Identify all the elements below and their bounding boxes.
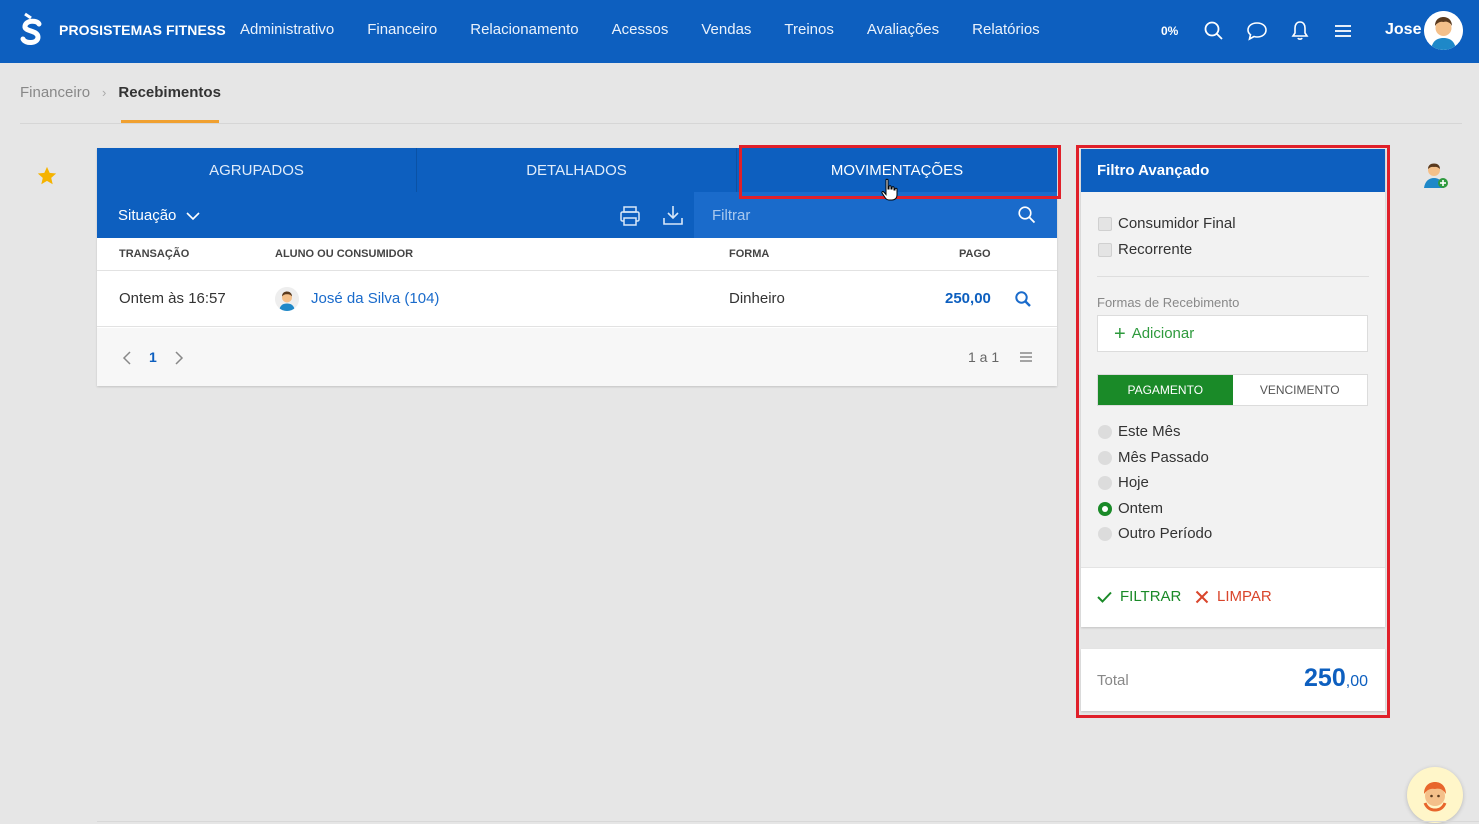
chevron-right-icon[interactable] [173,350,185,366]
support-chat-button[interactable] [1407,767,1463,823]
cell-forma: Dinheiro [729,290,785,307]
chevron-left-icon[interactable] [121,350,133,366]
breadcrumb-financeiro[interactable]: Financeiro [20,84,90,101]
nav-administrativo[interactable]: Administrativo [240,21,334,38]
col-aluno[interactable]: ALUNO OU CONSUMIDOR [275,248,413,260]
chevron-down-icon [186,211,200,220]
progress-indicator[interactable]: 0% [1161,24,1178,38]
tab-detalhados[interactable]: DETALHADOS [417,148,737,192]
nav-financeiro[interactable]: Financeiro [367,21,437,38]
filter-search-input[interactable] [712,205,1002,225]
cell-pago: 250,00 [945,290,991,307]
main-nav: Administrativo Financeiro Relacionamento… [240,21,1073,38]
avatar-person-icon [275,287,299,311]
brand-name: PROSISTEMAS FITNESS [59,22,226,38]
support-agent-icon [1423,782,1447,812]
menu-icon[interactable] [1331,19,1355,43]
cell-aluno-link[interactable]: José da Silva (104) [311,290,439,307]
app-logo-icon[interactable] [18,12,44,48]
page-info: 1 a 1 [968,349,1000,365]
top-navbar: PROSISTEMAS FITNESS Administrativo Finan… [0,0,1479,63]
chevron-right-icon: › [102,85,107,100]
breadcrumb: Financeiro › Recebimentos [20,84,221,101]
user-avatar[interactable] [1424,11,1463,50]
avatar-person-icon [1424,11,1463,50]
table-footer: 1 1 a 1 [97,328,1057,386]
chat-icon[interactable] [1245,19,1269,43]
user-name[interactable]: Jose [1385,21,1421,39]
star-icon[interactable] [36,165,58,187]
table-header: TRANSAÇÃO ALUNO OU CONSUMIDOR FORMA PAGO [97,238,1057,271]
magnifier-icon[interactable] [1014,290,1032,308]
active-tab-highlight [739,145,1061,199]
col-pago[interactable]: PAGO [959,248,991,260]
filter-highlight [1076,145,1390,718]
nav-relacionamento[interactable]: Relacionamento [470,21,578,38]
search-icon[interactable] [1202,19,1226,43]
nav-relatorios[interactable]: Relatórios [972,21,1040,38]
download-icon[interactable] [662,204,684,226]
hand-cursor-icon [881,178,898,201]
list-menu-icon[interactable] [1019,350,1033,364]
footer-divider [97,821,1479,822]
tab-agrupados[interactable]: AGRUPADOS [97,148,417,192]
page-number[interactable]: 1 [149,349,157,365]
col-transacao[interactable]: TRANSAÇÃO [119,248,189,260]
situacao-label: Situação [118,207,177,224]
bell-icon[interactable] [1288,19,1312,43]
cell-transacao: Ontem às 16:57 [119,290,226,307]
table-row[interactable]: Ontem às 16:57 José da Silva (104) Dinhe… [97,271,1057,327]
nav-avaliacoes[interactable]: Avaliações [867,21,939,38]
print-icon[interactable] [619,205,641,227]
nav-vendas[interactable]: Vendas [701,21,751,38]
breadcrumb-divider [20,123,1462,124]
nav-treinos[interactable]: Treinos [784,21,833,38]
add-user-icon[interactable] [1423,162,1449,190]
situacao-dropdown[interactable]: Situação [118,207,200,224]
search-icon[interactable] [1017,205,1037,225]
student-avatar [275,287,299,311]
nav-acessos[interactable]: Acessos [612,21,669,38]
breadcrumb-recebimentos[interactable]: Recebimentos [118,84,221,101]
col-forma[interactable]: FORMA [729,248,769,260]
